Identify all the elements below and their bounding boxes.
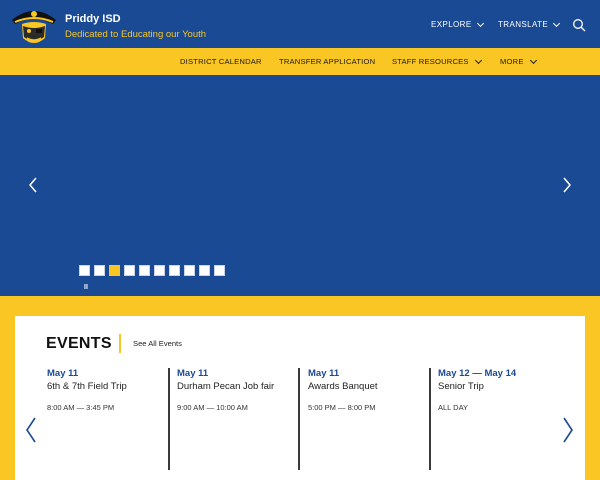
chevron-left-icon[interactable] (25, 175, 41, 195)
chevron-down-icon (476, 19, 484, 27)
event-card[interactable]: May 11 Durham Pecan Job fair 9:00 AM — 1… (177, 368, 277, 412)
slide-dot[interactable] (124, 265, 135, 276)
events-section: EVENTS See All Events May 11 6th & 7th F… (15, 316, 585, 480)
explore-menu[interactable]: EXPLORE (431, 19, 484, 29)
event-date: May 12 — May 14 (438, 368, 517, 379)
event-name: 6th & 7th Field Trip (47, 381, 127, 392)
pause-button[interactable]: II (84, 284, 88, 291)
heading-divider (119, 334, 121, 353)
chevron-down-icon (553, 19, 561, 27)
slide-dot[interactable] (94, 265, 105, 276)
nav-staff-resources[interactable]: STAFF RESOURCES (392, 56, 482, 66)
event-time: 8:00 AM — 3:45 PM (47, 403, 115, 412)
hero-slideshow: II (0, 75, 600, 296)
slide-dot[interactable] (139, 265, 150, 276)
translate-label: TRANSLATE (498, 20, 549, 29)
event-divider (429, 368, 431, 470)
event-name: Awards Banquet (308, 381, 378, 392)
event-name: Senior Trip (438, 381, 484, 392)
site-name[interactable]: Priddy ISD (65, 13, 121, 25)
translate-menu[interactable]: TRANSLATE (498, 19, 561, 29)
nav-label: DISTRICT CALENDAR (180, 57, 262, 66)
slide-dot[interactable] (154, 265, 165, 276)
pirate-logo-icon[interactable] (9, 4, 59, 50)
slide-indicators (79, 265, 225, 276)
search-icon[interactable] (572, 18, 586, 32)
slide-dot[interactable] (199, 265, 210, 276)
slide-dot[interactable] (169, 265, 180, 276)
nav-district-calendar[interactable]: DISTRICT CALENDAR (180, 57, 262, 66)
event-date: May 11 (308, 368, 340, 379)
nav-more[interactable]: MORE (500, 56, 537, 66)
event-date: May 11 (47, 368, 79, 379)
site-header: Priddy ISD Dedicated to Educating our Yo… (0, 0, 600, 48)
event-card[interactable]: May 12 — May 14 Senior Trip ALL DAY (438, 368, 563, 412)
event-card[interactable]: May 11 6th & 7th Field Trip 8:00 AM — 3:… (47, 368, 172, 412)
chevron-down-icon (529, 56, 537, 64)
event-divider (298, 368, 300, 470)
nav-label: MORE (500, 57, 524, 66)
slide-dot[interactable] (79, 265, 90, 276)
slide-dot[interactable] (214, 265, 225, 276)
nav-label: STAFF RESOURCES (392, 57, 469, 66)
event-time: 9:00 AM — 10:00 AM (177, 403, 248, 412)
slide-dot[interactable] (109, 265, 120, 276)
chevron-down-icon (474, 56, 482, 64)
chevron-left-icon[interactable] (24, 416, 38, 444)
event-name: Durham Pecan Job fair (177, 381, 275, 392)
site-tagline: Dedicated to Educating our Youth (65, 29, 207, 40)
nav-transfer-application[interactable]: TRANSFER APPLICATION (279, 57, 375, 66)
event-divider (168, 368, 170, 470)
slide-dot[interactable] (184, 265, 195, 276)
explore-label: EXPLORE (431, 20, 472, 29)
see-all-events-link[interactable]: See All Events (133, 339, 182, 348)
event-date: May 11 (177, 368, 209, 379)
event-time: 5:00 PM — 8:00 PM (308, 403, 376, 412)
event-card[interactable]: May 11 Awards Banquet 5:00 PM — 8:00 PM (308, 368, 433, 412)
chevron-right-icon[interactable] (559, 175, 575, 195)
events-heading: EVENTS (46, 335, 112, 352)
chevron-right-icon[interactable] (561, 416, 575, 444)
nav-label: TRANSFER APPLICATION (279, 57, 376, 66)
secondary-nav: DISTRICT CALENDAR TRANSFER APPLICATION S… (0, 48, 600, 75)
event-time: ALL DAY (438, 403, 469, 412)
